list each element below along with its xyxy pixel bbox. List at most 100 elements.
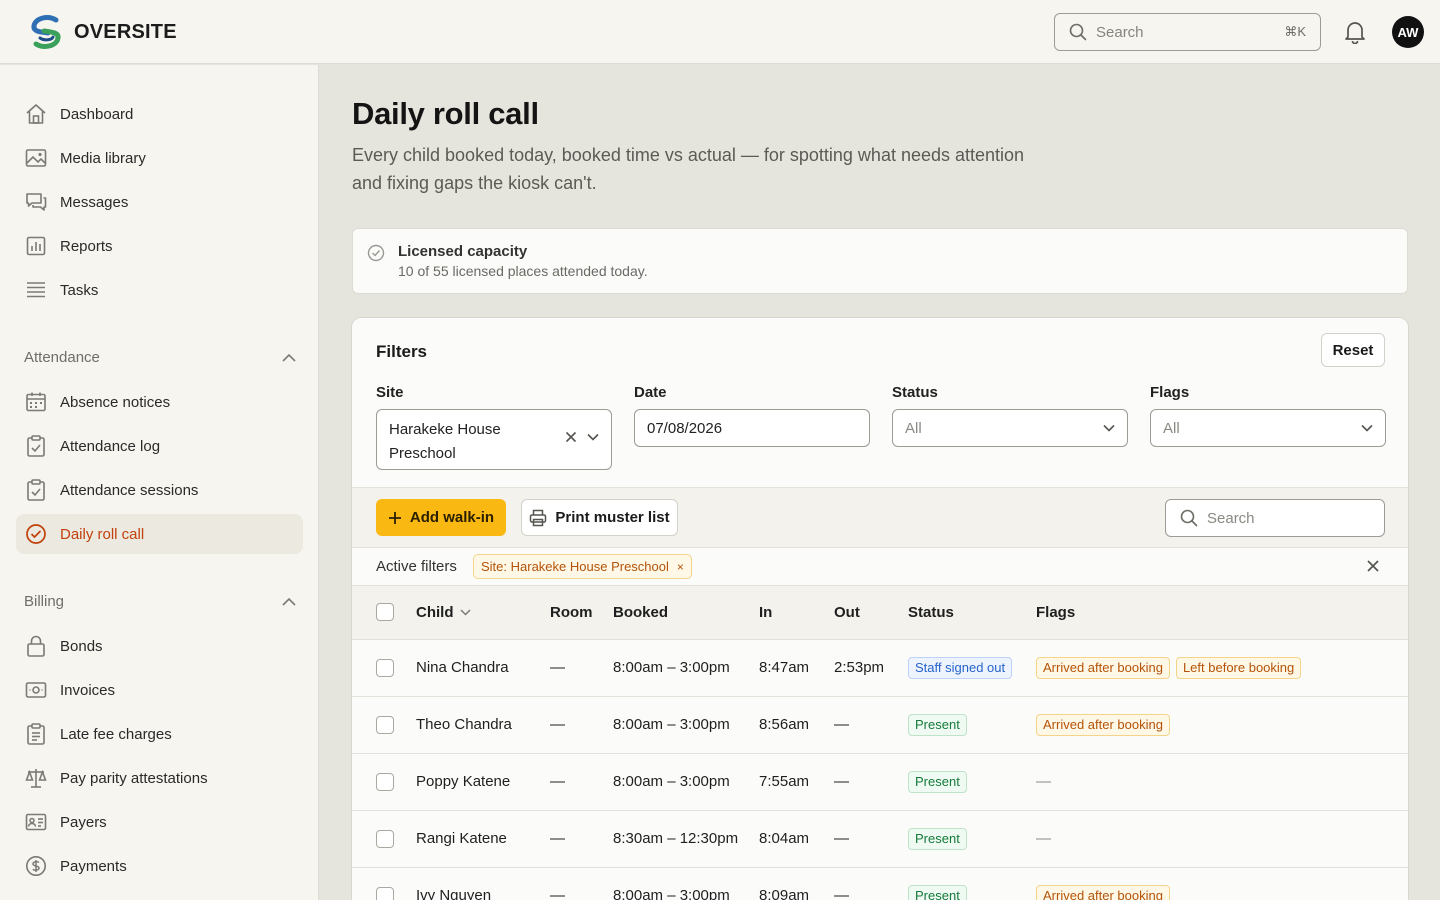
- status-select[interactable]: All: [892, 409, 1128, 447]
- chevron-down-icon: [1103, 424, 1115, 432]
- sidebar-item-label: Payers: [60, 813, 107, 831]
- site-select-value: Harakeke House Preschool: [389, 421, 501, 462]
- roll-call-table: Child Room Booked In Out Status Flags Ni…: [352, 586, 1408, 900]
- add-walk-in-button[interactable]: Add walk-in: [376, 499, 506, 536]
- clear-site-icon[interactable]: [565, 431, 577, 443]
- table-search-input[interactable]: Search: [1165, 499, 1385, 537]
- capacity-title: Licensed capacity: [398, 243, 528, 260]
- sidebar-item-bonds[interactable]: Bonds: [16, 626, 303, 666]
- global-search[interactable]: Search ⌘K: [1054, 13, 1321, 51]
- sidebar-item-absence-notices[interactable]: Absence notices: [16, 382, 303, 422]
- flags-select[interactable]: All: [1150, 409, 1386, 447]
- user-avatar[interactable]: AW: [1392, 16, 1424, 48]
- date-filter-label: Date: [634, 384, 667, 401]
- column-header-flags: Flags: [1036, 586, 1408, 640]
- booked-time: 8:00am – 3:00pm: [613, 753, 759, 811]
- sidebar-item-label: Bonds: [60, 637, 103, 655]
- room-value: —: [550, 810, 613, 868]
- search-shortcut: ⌘K: [1284, 24, 1306, 39]
- print-muster-list-button[interactable]: Print muster list: [521, 499, 678, 536]
- row-checkbox[interactable]: [376, 658, 394, 677]
- banknote-icon: [24, 678, 48, 702]
- chevron-up-icon: [282, 597, 296, 606]
- row-select-cell: [352, 810, 416, 868]
- row-checkbox[interactable]: [376, 829, 394, 848]
- chevron-up-icon: [282, 353, 296, 362]
- date-input[interactable]: 07/08/2026: [634, 409, 870, 447]
- status-badge: Present: [908, 713, 967, 736]
- booked-time: 8:00am – 3:00pm: [613, 639, 759, 697]
- row-checkbox[interactable]: [376, 772, 394, 791]
- sidebar-item-daily-roll-call[interactable]: Daily roll call: [16, 514, 303, 554]
- clipboard-check-icon: [24, 434, 48, 458]
- table-row[interactable]: Poppy Katene —8:00am – 3:00pm 7:55am — Prese…: [352, 753, 1408, 811]
- table-row[interactable]: Nina Chandra —8:00am – 3:00pm 8:47am 2:53pm…: [352, 639, 1408, 697]
- table-row[interactable]: Theo Chandra —8:00am – 3:00pm 8:56am — Prese…: [352, 696, 1408, 754]
- sidebar-item-payments[interactable]: Payments: [16, 846, 303, 886]
- active-filter-chip[interactable]: Site: Harakeke House Preschool ×: [473, 554, 692, 579]
- sidebar-item-attendance-sessions[interactable]: Attendance sessions: [16, 470, 303, 510]
- select-all-checkbox[interactable]: [376, 603, 394, 622]
- sidebar-item-reports[interactable]: Reports: [16, 226, 303, 266]
- remove-filter-icon[interactable]: ×: [677, 560, 684, 574]
- in-time: 8:09am: [759, 867, 834, 900]
- booked-time: 8:00am – 3:00pm: [613, 696, 759, 754]
- sidebar-item-label: Invoices: [60, 681, 116, 699]
- room-value: —: [550, 867, 613, 900]
- sidebar-item-label: Messages: [60, 193, 129, 211]
- child-name: Rangi Katene: [416, 810, 550, 868]
- attendance-section-toggle[interactable]: Attendance: [24, 349, 296, 366]
- app-logo[interactable]: OVERSITE: [28, 14, 177, 50]
- search-icon: [1069, 23, 1087, 41]
- status-badge: Staff signed out: [908, 656, 1013, 679]
- table-row[interactable]: Rangi Katene —8:30am – 12:30pm 8:04am — Pres…: [352, 810, 1408, 868]
- out-time: 2:53pm: [834, 639, 908, 697]
- flag-badge: Arrived after booking: [1036, 884, 1170, 900]
- flags-cell: Arrived after booking Left before booking: [1036, 639, 1408, 697]
- notifications-button[interactable]: [1344, 20, 1366, 44]
- clipboard-list-icon: [24, 722, 48, 746]
- sidebar-item-invoices[interactable]: Invoices: [16, 670, 303, 710]
- flags-cell: —: [1036, 753, 1408, 811]
- sidebar-item-payers[interactable]: Payers: [16, 802, 303, 842]
- reset-button[interactable]: Reset: [1321, 333, 1385, 367]
- no-flags: —: [1036, 773, 1051, 790]
- status-badge: Present: [908, 884, 967, 900]
- sidebar-item-messages[interactable]: Messages: [16, 182, 303, 222]
- room-value: —: [550, 639, 613, 697]
- print-muster-list-label: Print muster list: [555, 509, 670, 526]
- sidebar-item-media-library[interactable]: Media library: [16, 138, 303, 178]
- scale-icon: [24, 766, 48, 790]
- lock-icon: [24, 634, 48, 658]
- sidebar-item-late-fee-charges[interactable]: Late fee charges: [16, 714, 303, 754]
- oversite-logo-icon: [31, 15, 61, 49]
- status-cell: Present: [908, 753, 1036, 811]
- column-header-child-label: Child: [416, 603, 454, 621]
- flags-filter-label: Flags: [1150, 384, 1190, 401]
- row-select-cell: [352, 867, 416, 900]
- in-time: 8:04am: [759, 810, 834, 868]
- select-all-cell: [352, 586, 416, 640]
- column-header-child[interactable]: Child: [416, 586, 550, 640]
- out-time: —: [834, 696, 908, 754]
- billing-section-toggle[interactable]: Billing: [24, 593, 296, 610]
- circle-check-icon: [24, 522, 48, 546]
- room-value: —: [550, 753, 613, 811]
- child-name: Nina Chandra: [416, 639, 550, 697]
- sidebar-item-pay-parity-attestations[interactable]: Pay parity attestations: [16, 758, 303, 798]
- sidebar-item-attendance-log[interactable]: Attendance log: [16, 426, 303, 466]
- row-checkbox[interactable]: [376, 715, 394, 734]
- site-select[interactable]: Harakeke House Preschool: [376, 409, 612, 470]
- row-checkbox[interactable]: [376, 886, 394, 900]
- child-name: Theo Chandra: [416, 696, 550, 754]
- sidebar-item-dashboard[interactable]: Dashboard: [16, 94, 303, 134]
- status-select-value: All: [905, 419, 922, 437]
- sidebar-item-label: Tasks: [60, 281, 99, 299]
- app-name: OVERSITE: [74, 20, 177, 43]
- table-row[interactable]: Ivy Nguyen —8:00am – 3:00pm 8:09am — Present…: [352, 867, 1408, 900]
- sidebar-item-label: Media library: [60, 149, 146, 167]
- home-icon: [24, 102, 48, 126]
- sidebar-item-tasks[interactable]: Tasks: [16, 270, 303, 310]
- clear-all-filters-button[interactable]: [1366, 559, 1380, 573]
- active-filter-chip-label: Site: Harakeke House Preschool: [481, 559, 669, 574]
